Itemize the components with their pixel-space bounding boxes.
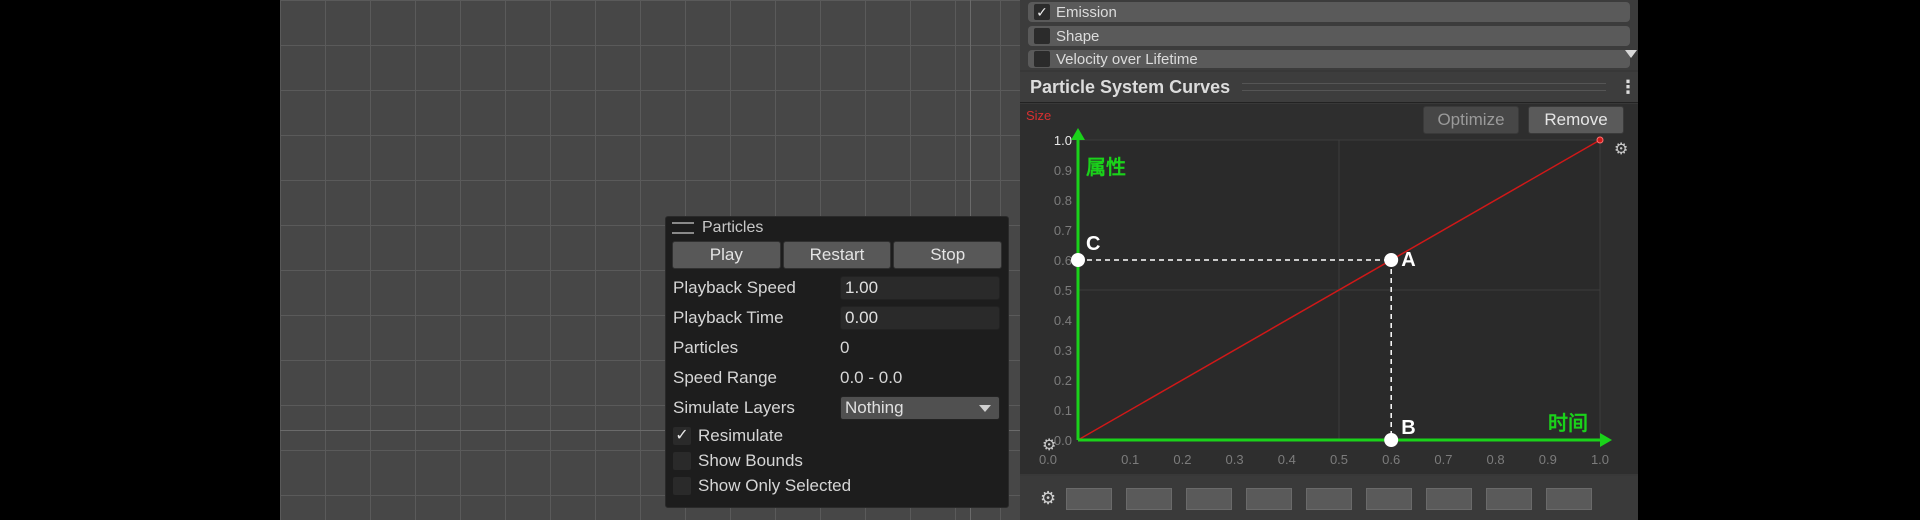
module-shape-label: Shape [1056,27,1100,45]
resimulate-toggle[interactable]: ✓ Resimulate [666,423,1008,448]
x-tick-label: 0.0 [1039,452,1057,467]
module-shape-checkbox[interactable] [1034,28,1050,44]
show-bounds-label: Show Bounds [698,450,803,470]
curve-key-end[interactable] [1596,136,1604,144]
y-tick-label: 0.8 [1054,193,1072,208]
x-tick-label: 0.7 [1434,452,1452,467]
point-a-label: A [1401,249,1415,271]
particles-title: Particles [702,219,764,236]
module-emission-label: Emission [1056,3,1117,21]
y-axis-annotation-label: 属性 [1086,155,1126,179]
curve-preset-thumbnail[interactable] [1126,488,1172,510]
gear-icon[interactable]: ⚙ [1614,141,1628,158]
x-tick-label: 1.0 [1591,452,1609,467]
y-tick-label: 0.0 [1054,433,1072,448]
simulate-layers-label: Simulate Layers [673,398,795,417]
resimulate-checkbox[interactable]: ✓ [673,426,691,445]
curves-title: Particle System Curves [1030,76,1231,97]
point-c-label: C [1086,233,1100,255]
point-c-marker[interactable] [1071,253,1085,267]
module-velocity[interactable]: Velocity over Lifetime [1028,50,1630,68]
module-velocity-label: Velocity over Lifetime [1056,50,1198,68]
restart-button[interactable]: Restart [782,241,892,269]
playback-speed-label: Playback Speed [673,278,796,297]
y-tick-label: 0.9 [1054,163,1072,178]
show-only-selected-label: Show Only Selected [698,475,852,495]
curves-header[interactable]: Particle System Curves ⋮ [1020,72,1638,103]
curve-preset-thumbnail[interactable] [1366,488,1412,510]
x-tick-label: 0.2 [1173,452,1191,467]
y-tick-label: 0.7 [1054,223,1072,238]
module-list: ✓ Emission Shape Velocity over Lifetime [1020,0,1638,70]
curve-presets-bar: ⚙ [1020,476,1638,520]
y-tick-label: 0.6 [1054,253,1072,268]
y-tick-label: 0.1 [1054,403,1072,418]
y-tick-label: 0.4 [1054,313,1072,328]
x-tick-label: 0.8 [1487,452,1505,467]
x-tick-label: 0.1 [1121,452,1139,467]
show-only-selected-toggle[interactable]: Show Only Selected [666,473,1008,498]
play-button[interactable]: Play [672,241,781,269]
y-axis-arrowhead [1071,128,1085,140]
curve-preset-thumbnail[interactable] [1306,488,1352,510]
particles-overlay: Particles Play Restart Stop Playback Spe… [665,216,1009,508]
gear-icon[interactable]: ⚙ [1042,437,1056,454]
module-emission[interactable]: ✓ Emission [1028,2,1630,22]
x-tick-label: 0.3 [1226,452,1244,467]
x-axis-arrowhead [1600,433,1612,447]
curve-preset-thumbnail[interactable] [1246,488,1292,510]
show-only-selected-checkbox[interactable] [673,476,691,495]
playback-speed-field[interactable]: 1.00 [840,276,1000,300]
particles-header[interactable]: Particles [666,217,1008,239]
point-b-label: B [1401,417,1415,439]
header-divider [1242,83,1606,91]
particles-count-row: Particles 0 [666,333,1008,363]
scroll-down-arrow-icon[interactable] [1625,50,1637,58]
module-shape[interactable]: Shape [1028,26,1630,46]
speed-range-value: 0.0 - 0.0 [840,368,903,387]
stop-button[interactable]: Stop [893,241,1003,269]
curve-preset-thumbnail[interactable] [1066,488,1112,510]
playback-time-row: Playback Time 0.00 [666,303,1008,333]
y-tick-label: 0.2 [1054,373,1072,388]
dropdown-arrow-icon [979,404,991,412]
y-tick-label: 0.3 [1054,343,1072,358]
playback-speed-row: Playback Speed 1.00 [666,273,1008,303]
module-velocity-checkbox[interactable] [1034,51,1050,67]
point-a-marker[interactable] [1384,253,1399,267]
x-axis-annotation-label: 时间 [1548,411,1588,435]
simulate-layers-row: Simulate Layers Nothing [666,393,1008,423]
speed-range-label: Speed Range [673,368,777,387]
x-tick-label: 0.5 [1330,452,1348,467]
playback-time-field[interactable]: 0.00 [840,306,1000,330]
x-tick-label: 0.6 [1382,452,1400,467]
x-tick-label: 0.9 [1539,452,1557,467]
playback-time-label: Playback Time [673,308,784,327]
particles-count-value: 0 [840,338,850,357]
curve-preset-thumbnail[interactable] [1546,488,1592,510]
resimulate-label: Resimulate [698,425,784,445]
x-tick-label: 0.4 [1278,452,1296,467]
inspector-panel: ✓ Emission Shape Velocity over Lifetime … [1020,0,1638,520]
kebab-menu-icon[interactable]: ⋮ [1618,78,1638,96]
curve-preset-thumbnail[interactable] [1186,488,1232,510]
particles-count-label: Particles [673,338,739,357]
speed-range-row: Speed Range 0.0 - 0.0 [666,363,1008,393]
curve-preset-thumbnail[interactable] [1426,488,1472,510]
point-b-marker[interactable] [1384,433,1399,447]
y-tick-label: 0.5 [1054,283,1072,298]
preset-gear-icon[interactable]: ⚙ [1040,488,1056,509]
module-emission-checkbox[interactable]: ✓ [1034,4,1050,20]
drag-handle-icon[interactable] [672,222,694,234]
curve-editor: Size Optimize Remove 0.0 0.1 0.2 0.3 0.4 0.5 0… [1020,104,1638,474]
show-bounds-toggle[interactable]: Show Bounds [666,448,1008,473]
simulate-layers-value: Nothing [845,398,904,417]
curve-chart[interactable]: 0.0 0.1 0.2 0.3 0.4 0.5 0.6 0.7 0.8 0.9 1.0 0.0 0.1 0… [1020,104,1638,474]
show-bounds-checkbox[interactable] [673,451,691,470]
simulate-layers-dropdown[interactable]: Nothing [840,396,1000,420]
curve-preset-thumbnail[interactable] [1486,488,1532,510]
y-tick-label: 1.0 [1054,133,1072,148]
